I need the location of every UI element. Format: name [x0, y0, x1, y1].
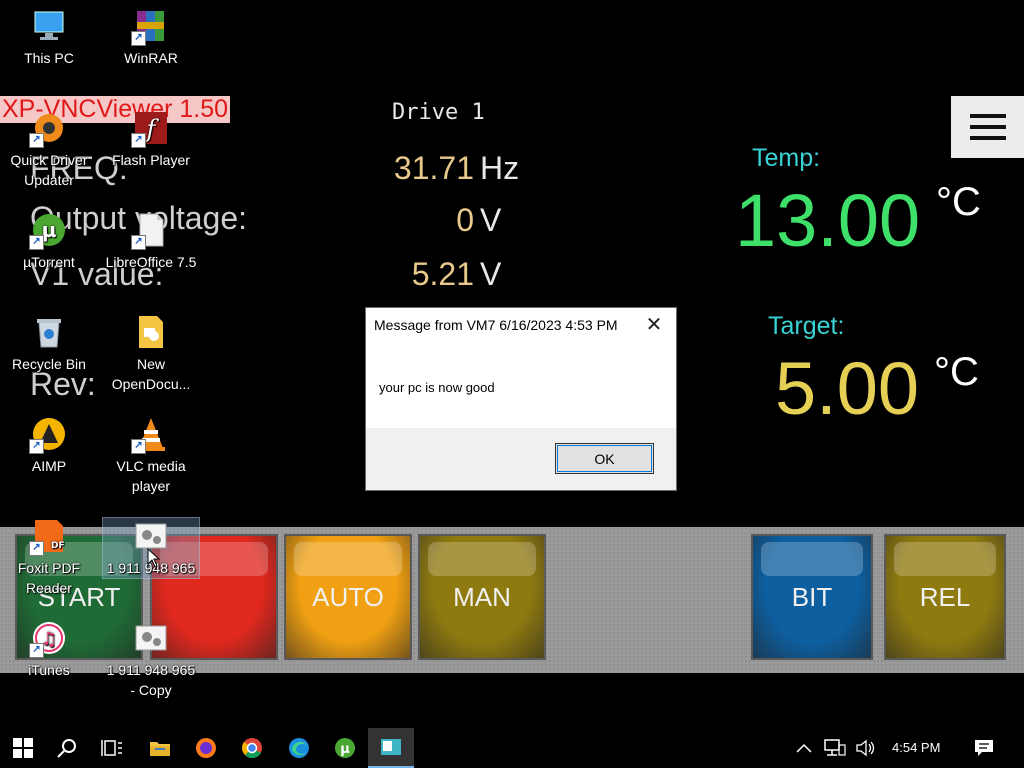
network-icon[interactable] — [821, 728, 849, 768]
dialog-message: your pc is now good — [379, 380, 495, 395]
desktop-icon-libreoffice[interactable]: ↗ LibreOffice 7.5 — [103, 212, 199, 272]
desktop-icon-this-pc[interactable]: This PC — [1, 8, 97, 68]
desktop-icon-itunes[interactable]: ♫ ↗ iTunes — [1, 620, 97, 680]
man-button[interactable]: MAN — [418, 534, 546, 660]
shortcut-arrow-icon: ↗ — [131, 31, 146, 46]
desktop-icon-label: Flash Player — [112, 152, 190, 168]
desktop-icon-label: New OpenDocu... — [111, 356, 191, 392]
desktop-icon-new-opendocument[interactable]: New OpenDocu... — [103, 314, 199, 394]
desktop-icon-label: WinRAR — [124, 50, 178, 66]
shortcut-arrow-icon: ↗ — [131, 133, 146, 148]
dialog-footer: OK — [366, 428, 676, 490]
shortcut-arrow-icon: ↗ — [131, 235, 146, 250]
temp-value: 13.00 — [735, 179, 921, 262]
hamburger-menu-icon[interactable] — [951, 96, 1024, 158]
desktop-icon-label: Foxit PDF Reader — [17, 560, 81, 596]
bit-button[interactable]: BIT — [751, 534, 873, 660]
itunes-icon: ♫ ↗ — [29, 620, 67, 658]
taskbar: µ 4:54 PM — [0, 728, 1024, 768]
auto-button-label: AUTO — [312, 581, 384, 612]
desktop-icon-flash-player[interactable]: f ↗ Flash Player — [103, 110, 199, 170]
quick-driver-updater-icon: ↗ — [29, 110, 67, 148]
bit-button-label: BIT — [791, 581, 833, 612]
desktop-icon-winrar[interactable]: ↗ WinRAR — [103, 8, 199, 68]
svg-text:µ: µ — [340, 742, 350, 757]
freq-value: 31.71 — [393, 150, 474, 186]
start-icon[interactable] — [0, 728, 46, 768]
rel-button-label: REL — [919, 581, 971, 612]
desktop-icon-label: This PC — [24, 50, 74, 66]
utorrent-taskbar-icon[interactable]: µ — [322, 728, 368, 768]
svg-text:DF: DF — [51, 541, 65, 551]
volume-icon[interactable] — [852, 728, 880, 768]
shortcut-arrow-icon: ↗ — [29, 643, 44, 658]
libreoffice-icon: ↗ — [131, 212, 169, 250]
recycle-bin-icon — [31, 314, 67, 350]
computer-icon — [31, 8, 67, 44]
taskbar-clock[interactable]: 4:54 PM — [892, 728, 940, 768]
desktop-icon-quick-driver-updater[interactable]: ↗ Quick Driver Updater — [1, 110, 97, 190]
shortcut-arrow-icon: ↗ — [131, 439, 146, 454]
chevron-up-icon[interactable] — [790, 728, 818, 768]
message-dialog: Message from VM7 6/16/2023 4:53 PM ✕ you… — [365, 307, 677, 491]
desktop-icon-foxit-pdf-reader[interactable]: DF ↗ Foxit PDF Reader — [1, 518, 97, 598]
shortcut-arrow-icon: ↗ — [29, 133, 44, 148]
desktop-icon-utorrent[interactable]: µ ↗ µTorrent — [1, 212, 97, 272]
flash-player-icon: f ↗ — [131, 110, 169, 148]
desktop-icon-label: AIMP — [31, 458, 67, 474]
search-icon[interactable] — [44, 728, 90, 768]
temp-unit: °C — [936, 180, 981, 224]
dialog-title: Message from VM7 6/16/2023 4:53 PM — [374, 317, 618, 333]
desktop-icon-recycle-bin[interactable]: Recycle Bin — [1, 314, 97, 374]
foxit-pdf-icon: DF ↗ — [29, 518, 67, 556]
notifications-icon[interactable] — [970, 728, 998, 768]
auto-button[interactable]: AUTO — [284, 534, 412, 660]
desktop-icon-label: µTorrent — [23, 254, 75, 270]
man-button-label: MAN — [453, 581, 511, 612]
desktop-icon-label: iTunes — [28, 662, 70, 678]
opendocument-icon — [133, 314, 169, 350]
freq-unit: Hz — [480, 150, 520, 186]
desktop-icon-label: Recycle Bin — [12, 356, 86, 372]
aimp-icon: ↗ — [29, 416, 67, 454]
v1-unit: V — [480, 256, 502, 292]
task-view-icon[interactable] — [89, 728, 135, 768]
vlc-icon: ↗ — [131, 416, 169, 454]
shortcut-arrow-icon: ↗ — [29, 541, 44, 556]
drive-title: Drive 1 — [392, 100, 485, 125]
target-unit: °C — [934, 350, 979, 394]
v1-value: 5.21 — [411, 256, 474, 292]
target-label: Target: — [768, 312, 845, 340]
desktop-icon-1911948965-copy[interactable]: 1 911 948 965 - Copy — [103, 620, 199, 700]
vnc-viewer-icon[interactable] — [368, 728, 414, 768]
chrome-icon[interactable] — [229, 728, 275, 768]
output-voltage-unit: V — [480, 202, 502, 238]
file-explorer-icon[interactable] — [137, 728, 183, 768]
shortcut-arrow-icon: ↗ — [29, 235, 44, 250]
desktop-icon-label: VLC media player — [116, 458, 186, 494]
desktop-icon-aimp[interactable]: ↗ AIMP — [1, 416, 97, 476]
rel-button[interactable]: REL — [884, 534, 1006, 660]
mouse-cursor-icon — [147, 548, 161, 568]
output-voltage-value: 0 — [456, 202, 474, 238]
desktop-icon-label: LibreOffice 7.5 — [105, 254, 197, 270]
temp-label: Temp: — [752, 144, 821, 172]
close-icon[interactable]: ✕ — [640, 314, 668, 338]
firefox-icon[interactable] — [183, 728, 229, 768]
edge-icon[interactable] — [276, 728, 322, 768]
desktop-icon-vlc[interactable]: ↗ VLC media player — [103, 416, 199, 496]
settings-file-icon — [133, 620, 169, 656]
utorrent-icon: µ ↗ — [29, 212, 67, 250]
shortcut-arrow-icon: ↗ — [29, 439, 44, 454]
desktop-icon-label: Quick Driver Updater — [10, 152, 88, 188]
desktop-icon-label: 1 911 948 965 - Copy — [106, 662, 196, 698]
ok-button[interactable]: OK — [555, 443, 654, 474]
winrar-icon: ↗ — [131, 8, 169, 46]
target-value: 5.00 — [775, 347, 920, 430]
